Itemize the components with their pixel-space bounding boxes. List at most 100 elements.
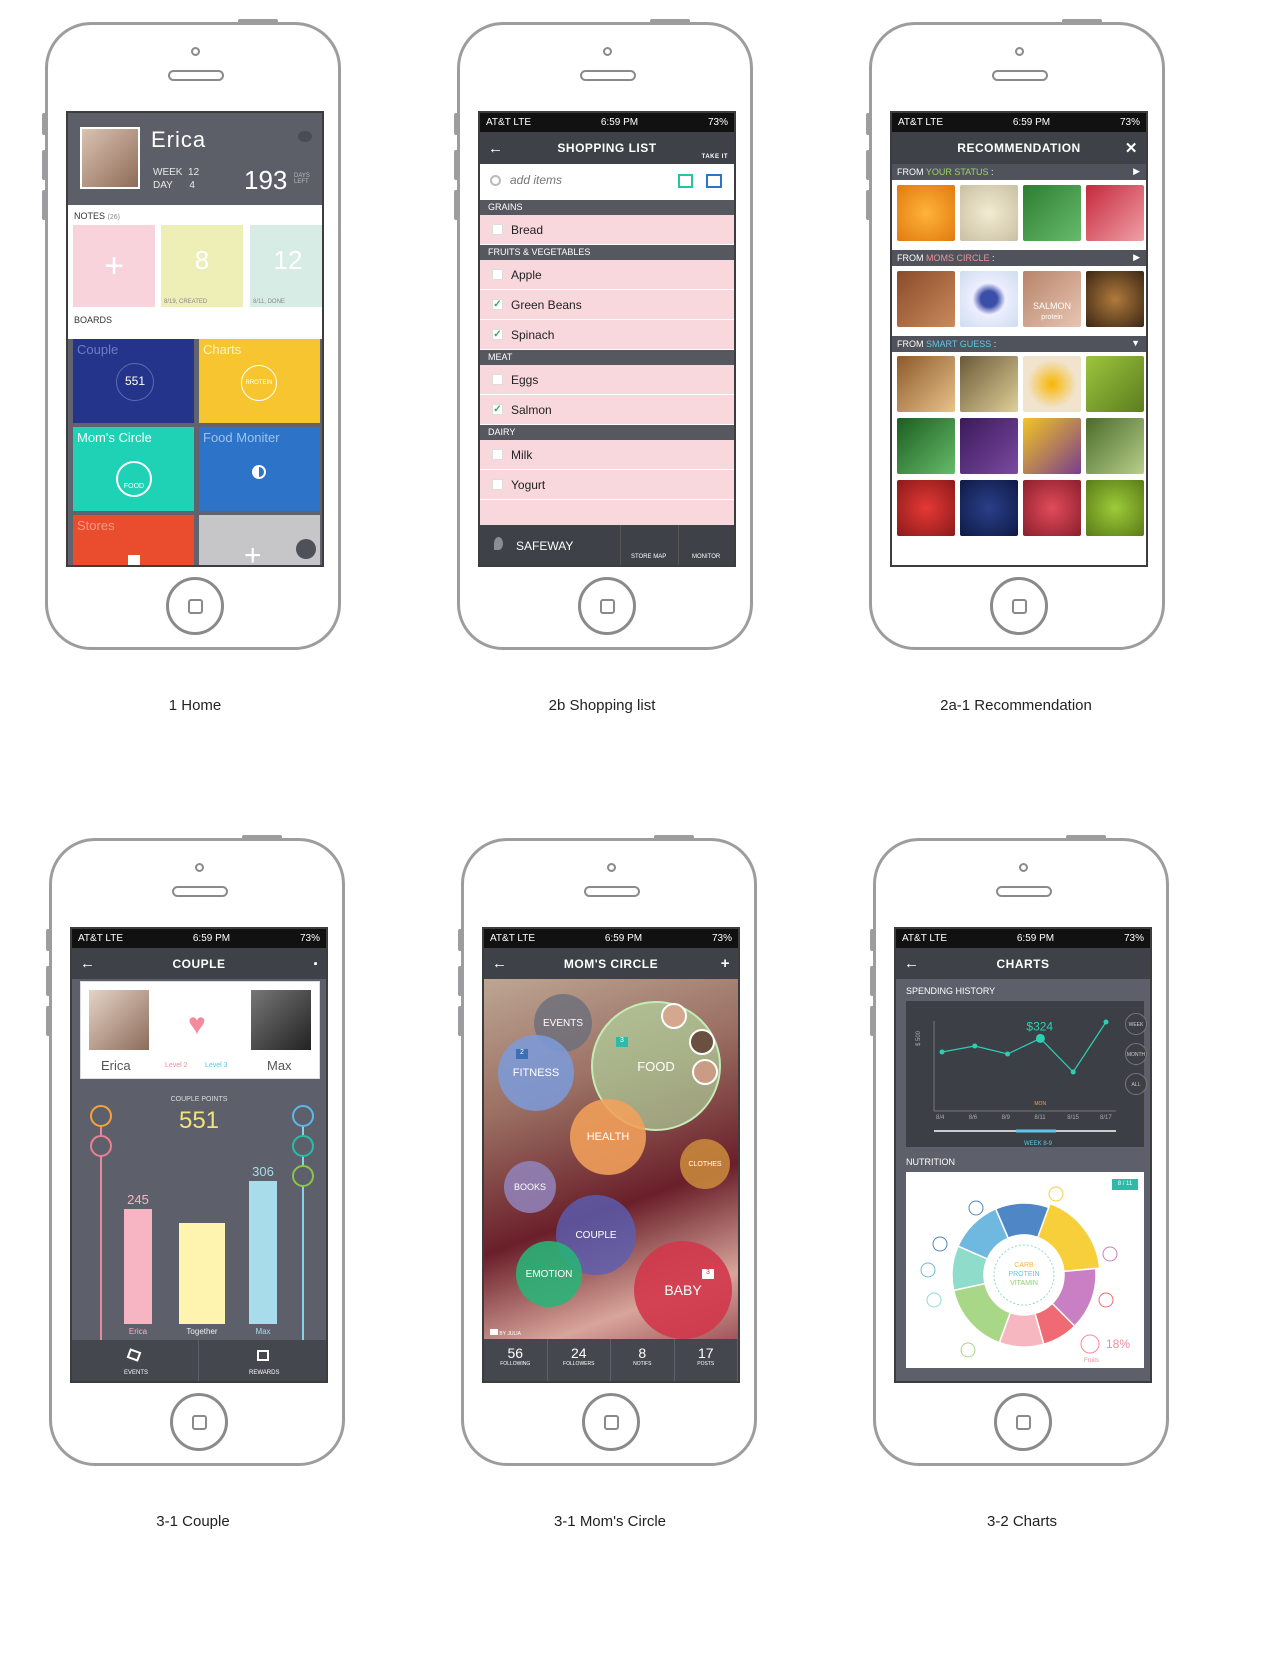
food-yogurt[interactable] xyxy=(960,271,1018,327)
bubble-clothes[interactable]: CLOTHES xyxy=(680,1139,730,1189)
note-card[interactable]: 8 8/19, CREATED xyxy=(161,225,243,307)
food-jelly[interactable] xyxy=(1086,356,1144,412)
month-button[interactable]: MONTH xyxy=(1125,1043,1147,1065)
food-walnuts[interactable] xyxy=(1086,271,1144,327)
take-it-button[interactable]: TAKE IT xyxy=(702,154,728,160)
cherry-icon[interactable] xyxy=(1080,1334,1100,1354)
food-croissant[interactable] xyxy=(897,356,955,412)
food-kiwi[interactable] xyxy=(1086,480,1144,536)
food-spinach[interactable] xyxy=(897,418,955,474)
list-item[interactable]: Yogurt xyxy=(480,470,734,500)
tile-moms-circle[interactable]: Mom's Circle FOOD xyxy=(73,427,194,511)
food-salad[interactable] xyxy=(1023,418,1081,474)
back-arrow-icon[interactable]: ← xyxy=(904,955,920,972)
checkbox[interactable]: ✓ xyxy=(492,404,503,415)
stat-label: FOLLOWING xyxy=(500,1361,531,1367)
range-label: WEEK 8-9 xyxy=(1024,1141,1053,1147)
back-arrow-icon[interactable]: ← xyxy=(488,140,504,157)
food-salmon[interactable]: SALMON protein xyxy=(1023,271,1081,327)
bottle-icon[interactable] xyxy=(1102,1246,1118,1262)
list-item[interactable]: Eggs xyxy=(480,365,734,395)
alert-icon[interactable] xyxy=(1098,1292,1114,1308)
avatar[interactable] xyxy=(689,1029,715,1055)
checkbox[interactable] xyxy=(492,479,503,490)
food-asparagus[interactable] xyxy=(1086,418,1144,474)
bird-icon[interactable] xyxy=(968,1200,984,1216)
add-icon[interactable]: + xyxy=(721,955,730,972)
bubble-books[interactable]: BOOKS xyxy=(504,1161,556,1213)
checkbox[interactable] xyxy=(492,374,503,385)
list-item[interactable]: Apple xyxy=(480,260,734,290)
food-eggs[interactable] xyxy=(1023,356,1081,412)
bar-max[interactable] xyxy=(249,1180,277,1324)
leaf-icon[interactable] xyxy=(926,1292,942,1308)
list-item[interactable]: ✓ Green Beans xyxy=(480,290,734,320)
rewards-tab[interactable]: REWARDS xyxy=(199,1340,326,1381)
food-orange[interactable] xyxy=(897,185,955,241)
list-item[interactable]: Bread xyxy=(480,215,734,245)
highlight-value: $324 xyxy=(1026,1019,1053,1033)
nav-bar: ← SHOPPING LIST TAKE IT xyxy=(480,132,734,164)
food-meat[interactable] xyxy=(1086,185,1144,241)
stat-item[interactable]: 56 FOLLOWING xyxy=(484,1339,548,1381)
all-button[interactable]: ALL xyxy=(1125,1073,1147,1095)
add-note-button[interactable]: + xyxy=(73,225,155,307)
food-potatoes[interactable] xyxy=(897,271,955,327)
bubble-emotion[interactable]: EMOTION xyxy=(516,1241,582,1307)
list-item[interactable]: ✓ Spinach xyxy=(480,320,734,350)
food-strawberries[interactable] xyxy=(1023,480,1081,536)
checkbox[interactable] xyxy=(492,449,503,460)
stat-item[interactable]: 8 NOTIFS xyxy=(611,1339,675,1381)
monitor-tab[interactable]: MONITOR xyxy=(678,525,734,565)
tile-charts[interactable]: Charts RROTEIN xyxy=(199,339,320,423)
back-arrow-icon[interactable]: ← xyxy=(492,955,508,972)
item-label: Spinach xyxy=(511,327,555,342)
bubble-baby[interactable]: BABY xyxy=(634,1241,732,1339)
leaf-icon[interactable] xyxy=(960,1342,976,1358)
tile-stores[interactable]: Stores xyxy=(73,515,194,565)
tile-couple[interactable]: Couple 551 xyxy=(73,339,194,423)
food-blueberries[interactable] xyxy=(960,480,1018,536)
checkbox[interactable]: ✓ xyxy=(492,299,503,310)
camera-icon xyxy=(490,1329,498,1335)
barcode-icon[interactable] xyxy=(706,174,722,188)
stat-item[interactable]: 17 POSTS xyxy=(675,1339,738,1381)
list-item[interactable]: Milk xyxy=(480,440,734,470)
checkbox[interactable]: ✓ xyxy=(492,329,503,340)
food-green-beans[interactable] xyxy=(1023,185,1081,241)
spending-history-label: SPENDING HISTORY xyxy=(906,986,996,996)
note-card[interactable]: 12 8/11, DONE xyxy=(250,225,322,307)
bar-erica[interactable] xyxy=(124,1209,152,1324)
food-apples[interactable] xyxy=(897,480,955,536)
bread-icon[interactable] xyxy=(1048,1186,1064,1202)
gear-icon[interactable] xyxy=(296,539,316,559)
avatar[interactable] xyxy=(80,127,140,189)
donut-slice[interactable] xyxy=(952,1282,1012,1344)
list-item[interactable]: ✓ Salmon xyxy=(480,395,734,425)
week-button[interactable]: WEEK xyxy=(1125,1013,1147,1035)
add-board-button[interactable]: + xyxy=(199,515,320,565)
checkbox[interactable] xyxy=(492,224,503,235)
food-shake[interactable] xyxy=(960,185,1018,241)
close-icon[interactable]: ✕ xyxy=(1125,139,1138,157)
tile-food-monitor[interactable]: Food Moniter xyxy=(199,427,320,511)
chat-icon[interactable] xyxy=(298,131,312,142)
avatar[interactable] xyxy=(661,1003,687,1029)
fish-icon[interactable] xyxy=(920,1262,936,1278)
bubble-health[interactable]: HEALTH xyxy=(570,1099,646,1175)
checkbox[interactable] xyxy=(492,269,503,280)
food-eggplant[interactable] xyxy=(960,418,1018,474)
bubble-fitness[interactable]: FITNESS xyxy=(498,1035,574,1111)
food-pasta[interactable] xyxy=(960,356,1018,412)
fish-icon[interactable] xyxy=(932,1236,948,1252)
bar-category-label: Max xyxy=(255,1327,271,1336)
tab-bar: SAFEWAY STORE MAP MONITOR xyxy=(480,525,734,565)
store-tab[interactable]: SAFEWAY xyxy=(480,525,620,565)
add-items-input[interactable] xyxy=(510,173,660,187)
events-tab[interactable]: EVENTS xyxy=(72,1340,199,1381)
avatar[interactable] xyxy=(692,1059,718,1085)
stat-item[interactable]: 24 FOLLOWERS xyxy=(548,1339,611,1381)
star-icon[interactable] xyxy=(678,174,693,188)
store-map-tab[interactable]: STORE MAP xyxy=(620,525,678,565)
bar-together[interactable] xyxy=(179,1223,225,1324)
